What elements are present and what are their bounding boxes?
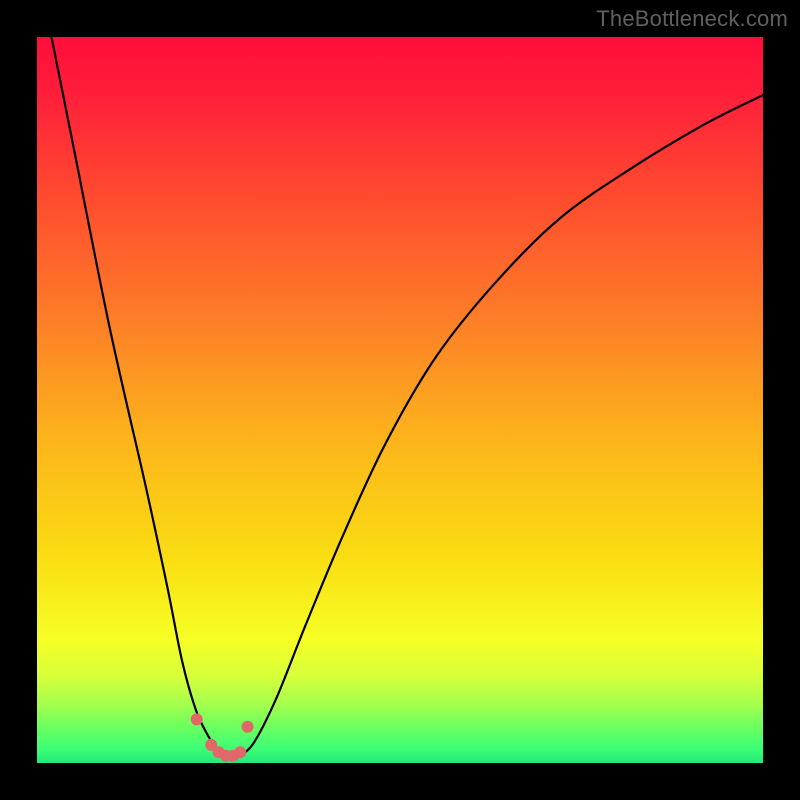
marker-point <box>234 746 246 758</box>
highlight-markers <box>191 713 254 761</box>
plot-area <box>37 37 763 763</box>
watermark-text: TheBottleneck.com <box>596 6 788 32</box>
curve-svg <box>37 37 763 763</box>
marker-point <box>242 721 254 733</box>
bottleneck-curve <box>52 37 764 757</box>
marker-point <box>191 713 203 725</box>
chart-frame: TheBottleneck.com <box>0 0 800 800</box>
